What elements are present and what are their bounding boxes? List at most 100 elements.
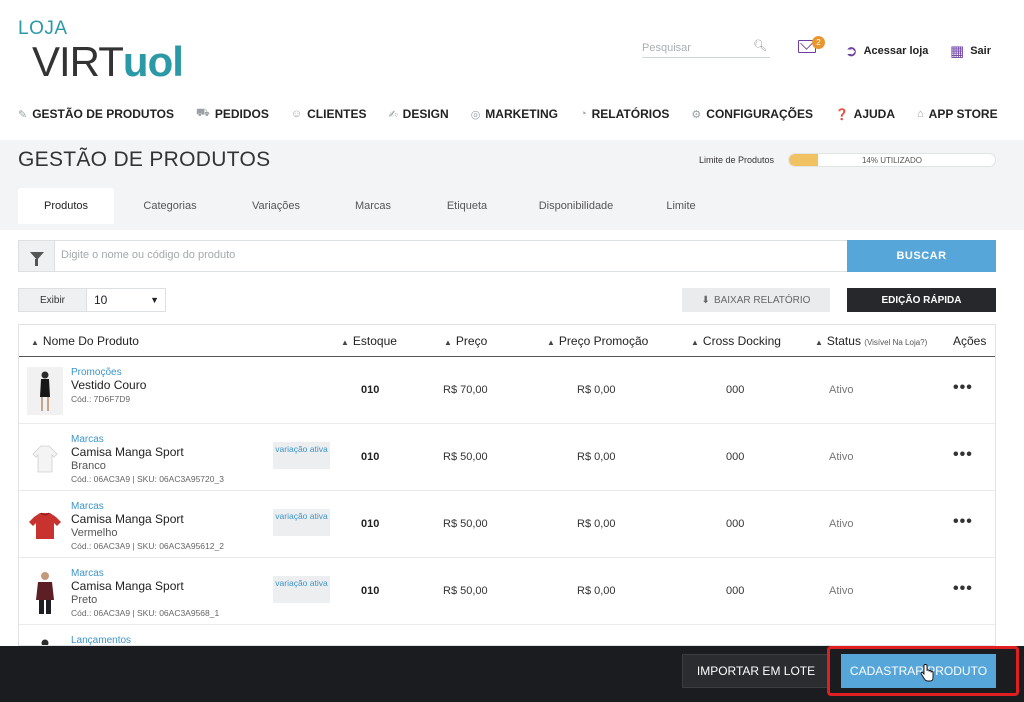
search-input[interactable] <box>642 42 746 54</box>
tab-0[interactable]: Produtos <box>18 188 114 224</box>
sair-label: Sair <box>970 45 991 57</box>
status-value[interactable]: Ativo <box>829 585 853 597</box>
main-nav: ✎ GESTÃO DE PRODUTOS ⛟ PEDIDOS ☺ CLIENTES ✍ DES… <box>18 104 998 124</box>
product-category-link[interactable]: Marcas <box>71 434 104 445</box>
product-thumbnail[interactable] <box>27 434 63 482</box>
header-estoque[interactable]: ▲︎ Estoque <box>341 334 397 348</box>
nav-item-5[interactable]: ◔ RELATÓRIOS <box>580 104 669 124</box>
status-value[interactable]: Ativo <box>829 384 853 396</box>
product-variant: Preto <box>71 594 98 606</box>
tab-1[interactable]: Categorias <box>114 188 226 224</box>
header-preco[interactable]: ▲︎ Preço <box>444 334 487 348</box>
product-category-link[interactable]: Marcas <box>71 568 104 579</box>
baixar-relatorio-button[interactable]: ⬇ BAIXAR RELATÓRIO <box>682 288 830 312</box>
products-table: ▲︎ Nome Do Produto ▲︎ Estoque ▲︎ Preço ▲︎ Pr… <box>18 324 996 646</box>
product-tabs: Produtos Categorias Variações Marcas Etiquet… <box>18 188 724 224</box>
preco-promocao-value: R$ 0,00 <box>577 585 616 597</box>
sort-icon: ▲︎ <box>341 338 349 347</box>
header-nome[interactable]: ▲︎ Nome Do Produto <box>31 334 139 348</box>
tab-4[interactable]: Etiqueta <box>420 188 514 224</box>
sort-icon: ▲︎ <box>691 338 699 347</box>
tab-5[interactable]: Disponibilidade <box>514 188 638 224</box>
product-category-link[interactable]: Lançamentos <box>71 635 131 645</box>
product-search-input[interactable] <box>61 249 841 261</box>
nav-item-label: MARKETING <box>485 107 558 121</box>
more-actions-icon[interactable]: ••• <box>953 580 973 598</box>
product-category-link[interactable]: Promoções <box>71 367 122 378</box>
store-logo[interactable]: LOJA VIRTUOL <box>18 18 198 85</box>
cross-docking-value: 000 <box>726 384 745 396</box>
table-row[interactable]: Promoções Vestido Couro Cód.: 7D6F7D9 010 R$… <box>19 357 995 424</box>
product-name[interactable]: Camisa Manga Sport <box>71 579 184 593</box>
header: LOJA VIRTUOL 🔍︎ 2 ➲ Acessar loja ▦ Sair <box>0 0 1024 92</box>
gears-icon: ⚙ <box>691 108 702 121</box>
estoque-value: 010 <box>361 451 380 463</box>
table-row[interactable]: Marcas Camisa Manga Sport Branco Cód.: 06AC… <box>19 424 995 491</box>
cart-icon: ⛟ <box>196 107 210 119</box>
pie-chart-icon: ◔ <box>579 108 587 120</box>
more-actions-icon[interactable]: ••• <box>953 513 973 531</box>
sair-link[interactable]: ▦ Sair <box>950 42 991 60</box>
status-value[interactable]: Ativo <box>829 451 853 463</box>
tab-6[interactable]: Limite <box>638 188 724 224</box>
nav-item-label: PEDIDOS <box>214 107 269 121</box>
exibir-value[interactable]: 10 ▼ <box>87 289 165 311</box>
nav-item-1[interactable]: ⛟ PEDIDOS <box>196 104 269 124</box>
nav-item-label: AJUDA <box>853 107 895 121</box>
header-cross-docking[interactable]: ▲︎ Cross Docking <box>691 334 781 348</box>
header-preco-promocao[interactable]: ▲︎ Preço Promoção <box>547 334 648 348</box>
exibir-select[interactable]: Exibir 10 ▼ <box>18 288 166 312</box>
nav-item-label: CONFIGURAÇÕES <box>706 107 813 121</box>
nav-item-label: APP STORE <box>928 107 998 121</box>
nav-item-label: CLIENTES <box>307 107 367 121</box>
chevron-down-icon: ▼ <box>150 295 159 305</box>
product-thumbnail[interactable] <box>27 568 63 616</box>
preco-value: R$ 50,00 <box>443 585 488 597</box>
product-name[interactable]: Camisa Manga Sport <box>71 512 184 526</box>
nav-item-label: GESTÃO DE PRODUTOS <box>32 107 175 121</box>
baixar-relatorio-label: BAIXAR RELATÓRIO <box>713 294 811 306</box>
exibir-label: Exibir <box>19 289 87 311</box>
nav-item-7[interactable]: ❓ AJUDA <box>835 104 895 124</box>
product-thumbnail[interactable] <box>27 501 63 549</box>
sort-icon: ▲︎ <box>547 338 555 347</box>
table-row[interactable]: Lançamentos <box>19 625 995 645</box>
search-field[interactable]: 🔍︎ <box>642 38 770 58</box>
status-value[interactable]: Ativo <box>829 518 853 530</box>
header-status[interactable]: ▲︎ Status (Visível Na Loja?) <box>815 334 927 348</box>
nav-item-3[interactable]: ✍ DESIGN <box>388 104 448 124</box>
nav-item-2[interactable]: ☺ CLIENTES <box>291 104 367 124</box>
cross-docking-value: 000 <box>726 585 745 597</box>
estoque-value: 010 <box>361 384 380 396</box>
tab-3[interactable]: Marcas <box>326 188 420 224</box>
product-thumbnail[interactable] <box>27 367 63 415</box>
table-row[interactable]: Marcas Camisa Manga Sport Vermelho Cód.: 06… <box>19 491 995 558</box>
variation-active-badge: variação ativa <box>273 442 330 469</box>
help-icon: ❓ <box>834 108 849 121</box>
more-actions-icon[interactable]: ••• <box>953 446 973 464</box>
product-category-link[interactable]: Marcas <box>71 501 104 512</box>
acessar-loja-link[interactable]: ➲ Acessar loja <box>845 42 928 60</box>
sort-icon: ▲︎ <box>815 338 823 347</box>
tab-2[interactable]: Variações <box>226 188 326 224</box>
preco-value: R$ 50,00 <box>443 451 488 463</box>
product-code: Cód.: 06AC3A9 | SKU: 06AC3A95612_2 <box>71 541 224 551</box>
hand-cursor-icon <box>920 664 934 682</box>
nav-item-8[interactable]: ⌂ APP STORE <box>917 104 998 124</box>
product-code: Cód.: 06AC3A9 | SKU: 06AC3A9568_1 <box>71 608 220 618</box>
product-name[interactable]: Vestido Couro <box>71 378 146 392</box>
filter-icon[interactable] <box>19 241 55 271</box>
nav-item-0[interactable]: ✎ GESTÃO DE PRODUTOS <box>18 104 174 124</box>
importar-em-lote-button[interactable]: IMPORTAR EM LOTE <box>682 654 830 688</box>
nav-item-6[interactable]: ⚙ CONFIGURAÇÕES <box>691 104 813 124</box>
preco-promocao-value: R$ 0,00 <box>577 518 616 530</box>
nav-item-4[interactable]: ◎ MARKETING <box>471 104 558 124</box>
buscar-button[interactable]: BUSCAR <box>847 240 996 272</box>
external-link-icon: ➲ <box>845 43 858 60</box>
more-actions-icon[interactable]: ••• <box>953 379 973 397</box>
product-name[interactable]: Camisa Manga Sport <box>71 445 184 459</box>
search-icon[interactable]: 🔍︎ <box>753 39 767 52</box>
product-thumbnail[interactable] <box>27 635 63 645</box>
table-row[interactable]: Marcas Camisa Manga Sport Preto Cód.: 06AC3… <box>19 558 995 625</box>
edicao-rapida-button[interactable]: EDIÇÃO RÁPIDA <box>847 288 996 312</box>
